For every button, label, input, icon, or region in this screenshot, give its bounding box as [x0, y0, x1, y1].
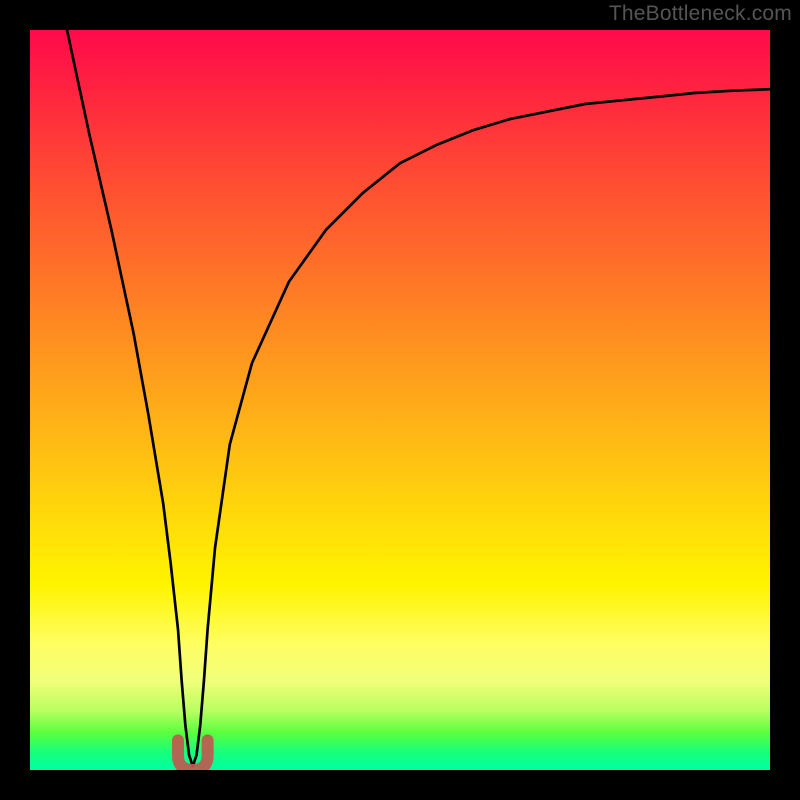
- chart-frame: TheBottleneck.com: [0, 0, 800, 800]
- bottleneck-curve: [67, 30, 770, 766]
- watermark-text: TheBottleneck.com: [609, 2, 792, 26]
- minimum-marker: [178, 740, 208, 770]
- curve-svg: [30, 30, 770, 770]
- plot-area: [30, 30, 770, 770]
